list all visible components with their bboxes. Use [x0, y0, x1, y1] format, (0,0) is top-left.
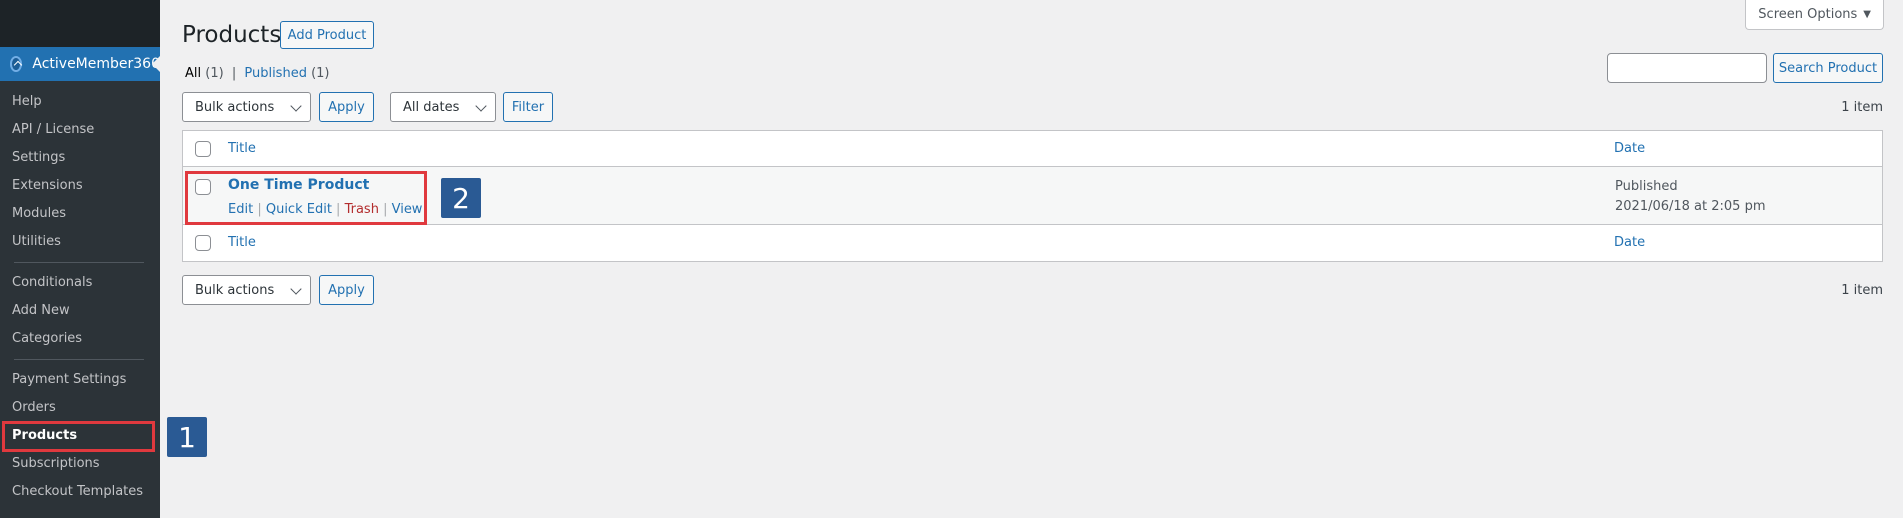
- bulk-actions-value: Bulk actions: [195, 99, 275, 115]
- table-header: Title Date: [183, 131, 1882, 167]
- current-menu-arrow-icon: [152, 56, 160, 72]
- filter-separator: |: [231, 66, 237, 81]
- column-date-sort[interactable]: Date: [1614, 141, 1645, 156]
- chevron-down-icon: [290, 100, 302, 112]
- products-table: Title Date One Time Product Edit | Quick…: [182, 130, 1883, 262]
- caret-down-icon: ▼: [1863, 9, 1871, 20]
- highlight-product-row: [185, 171, 427, 225]
- date-filter-select[interactable]: All dates: [390, 92, 496, 122]
- sidebar-item-settings[interactable]: Settings: [0, 144, 160, 172]
- apply-button-top[interactable]: Apply: [319, 92, 374, 122]
- sidebar-item-api-license[interactable]: API / License: [0, 116, 160, 144]
- table-row: One Time Product Edit | Quick Edit | Tra…: [183, 167, 1882, 225]
- chevron-down-icon: [290, 283, 302, 295]
- sidebar-item-extensions[interactable]: Extensions: [0, 172, 160, 200]
- page-title: Products: [182, 22, 282, 48]
- post-date: 2021/06/18 at 2:05 pm: [1615, 199, 1766, 214]
- date-cell: Published 2021/06/18 at 2:05 pm: [1615, 177, 1766, 217]
- activemember-logo-icon: [10, 56, 23, 72]
- column-title-sort[interactable]: Title: [228, 141, 256, 156]
- sidebar-divider: [14, 262, 144, 263]
- bulk-actions-value-bottom: Bulk actions: [195, 282, 275, 298]
- screen-options-label: Screen Options: [1758, 7, 1858, 22]
- sidebar-top: [0, 0, 160, 47]
- post-status: Published: [1615, 179, 1678, 194]
- item-count-top: 1 item: [1841, 100, 1883, 115]
- date-filter-value: All dates: [403, 99, 460, 115]
- main-content: Screen Options ▼ Products Add Product Al…: [160, 0, 1903, 518]
- apply-button-bottom[interactable]: Apply: [319, 275, 374, 305]
- column-title-sort-footer[interactable]: Title: [228, 235, 256, 250]
- filter-published-count: (1): [311, 66, 330, 81]
- bulk-actions-select-bottom[interactable]: Bulk actions: [182, 275, 311, 305]
- sidebar-item-categories[interactable]: Categories: [0, 325, 160, 353]
- sidebar-brand-label: ActiveMember360: [32, 56, 160, 72]
- status-filters: All (1) | Published (1): [185, 66, 330, 81]
- sidebar-item-add-new[interactable]: Add New: [0, 297, 160, 325]
- search-input[interactable]: [1607, 53, 1767, 83]
- sidebar-item-checkout-templates[interactable]: Checkout Templates: [0, 478, 160, 506]
- bulk-actions-select-top[interactable]: Bulk actions: [182, 92, 311, 122]
- sidebar-item-orders[interactable]: Orders: [0, 394, 160, 422]
- sidebar-item-subscriptions[interactable]: Subscriptions: [0, 450, 160, 478]
- sidebar-item-payment-settings[interactable]: Payment Settings: [0, 366, 160, 394]
- chevron-down-icon: [475, 100, 487, 112]
- filter-all[interactable]: All: [185, 66, 201, 81]
- column-date-sort-footer[interactable]: Date: [1614, 235, 1645, 250]
- filter-all-count: (1): [205, 66, 224, 81]
- callout-step-2: 2: [441, 178, 481, 218]
- sidebar-item-modules[interactable]: Modules: [0, 200, 160, 228]
- filter-published[interactable]: Published: [244, 66, 307, 81]
- sidebar-item-utilities[interactable]: Utilities: [0, 228, 160, 256]
- sidebar-menu-activemember360[interactable]: ActiveMember360: [0, 47, 160, 81]
- screen-options-button[interactable]: Screen Options ▼: [1745, 0, 1884, 30]
- search-product-button[interactable]: Search Product: [1773, 53, 1883, 83]
- sidebar-divider: [14, 359, 144, 360]
- filter-button[interactable]: Filter: [503, 92, 553, 122]
- highlight-products-menu: [2, 421, 155, 452]
- table-footer: Title Date: [183, 225, 1882, 261]
- add-product-button[interactable]: Add Product: [280, 21, 374, 49]
- select-all-checkbox-footer[interactable]: [195, 235, 211, 251]
- sidebar-item-help[interactable]: Help: [0, 88, 160, 116]
- item-count-bottom: 1 item: [1841, 283, 1883, 298]
- sidebar-item-conditionals[interactable]: Conditionals: [0, 269, 160, 297]
- select-all-checkbox[interactable]: [195, 141, 211, 157]
